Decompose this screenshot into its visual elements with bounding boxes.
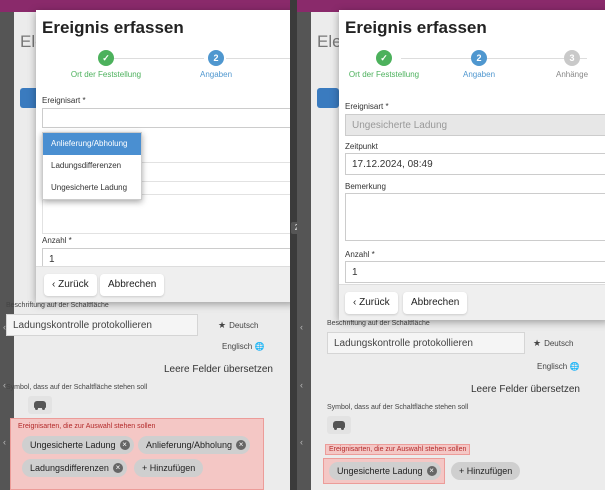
chip-anlieferung-abholung[interactable]: Anlieferung/Abholung ×	[138, 436, 251, 454]
dropdown-option[interactable]: Ladungsdifferenzen	[43, 155, 141, 177]
chip-ladungsdifferenzen[interactable]: Ladungsdifferenzen ×	[22, 459, 127, 477]
right-screenshot-panel: ‹ ‹ ‹ Ele Beschriftung auf der Schaltflä…	[297, 0, 605, 490]
language-button-de[interactable]: ★ Deutsch	[533, 338, 573, 349]
panel-divider	[290, 0, 297, 490]
event-type-label: Ereignisart *	[345, 102, 389, 111]
translate-empty-fields-link[interactable]: Leere Felder übersetzen	[164, 364, 273, 375]
close-icon[interactable]: ×	[119, 440, 130, 450]
step-number: 3	[564, 50, 580, 66]
step-2[interactable]: 2 Angaben	[449, 50, 509, 79]
event-types-caption: Ereignisarten, die zur Auswahl stehen so…	[325, 444, 471, 455]
remark-label: Bemerkung	[345, 182, 386, 191]
button-label-caption: Beschriftung auf der Schaltfläche	[327, 320, 430, 327]
step-label: Angaben	[199, 70, 233, 79]
check-icon: ✓	[376, 50, 392, 66]
symbol-caption: Symbol, dass auf der Schaltfläche stehen…	[327, 404, 469, 411]
star-icon: ★	[218, 320, 227, 330]
chevron-left-icon[interactable]: ‹	[300, 437, 303, 447]
symbol-caption: Symbol, dass auf der Schaltfläche stehen…	[6, 384, 148, 391]
globe-icon: 🌐	[254, 342, 265, 351]
step-number: 2	[471, 50, 487, 66]
dropdown-option[interactable]: Anlieferung/Abholung	[43, 133, 141, 155]
event-types-caption: Ereignisarten, die zur Auswahl stehen so…	[18, 423, 156, 430]
chip-ungesicherte-ladung[interactable]: Ungesicherte Ladung ×	[22, 436, 134, 454]
step-1[interactable]: ✓ Ort der Feststellung	[339, 50, 429, 79]
step-2[interactable]: 2 Angaben	[186, 50, 246, 79]
event-dialog: Ereignis erfassen ✓ Ort der Feststellung…	[339, 10, 605, 320]
add-event-type-button[interactable]: + Hinzufügen	[451, 462, 521, 480]
step-label: Angaben	[462, 70, 496, 79]
event-type-dropdown: Anlieferung/Abholung Ladungsdifferenzen …	[42, 132, 142, 200]
chevron-left-icon[interactable]: ‹	[300, 322, 303, 332]
step-label: Anhänge	[555, 70, 589, 79]
count-input[interactable]: 1	[345, 261, 605, 283]
event-type-select[interactable]	[42, 108, 290, 128]
translate-empty-fields-link[interactable]: Leere Felder übersetzen	[471, 384, 580, 395]
step-label: Ort der Feststellung	[348, 70, 420, 79]
time-input[interactable]: 17.12.2024, 08:49	[345, 153, 605, 175]
symbol-picker-button[interactable]	[327, 416, 351, 434]
count-label: Anzahl *	[42, 236, 72, 245]
language-en-label: Englisch	[222, 342, 253, 351]
globe-icon: 🌐	[569, 362, 580, 371]
remark-textarea[interactable]	[345, 193, 605, 241]
star-icon: ★	[533, 338, 542, 348]
back-button[interactable]: ‹ Zurück	[44, 274, 97, 296]
chip-label: Ungesicherte Ladung	[337, 466, 423, 476]
check-icon: ✓	[98, 50, 114, 66]
step-number: 2	[208, 50, 224, 66]
language-de-label: Deutsch	[544, 339, 574, 348]
button-label-input[interactable]: Ladungskontrolle protokollieren	[6, 314, 198, 336]
car-icon	[333, 421, 345, 430]
count-label: Anzahl *	[345, 250, 375, 259]
step-3[interactable]: 3 Anhänge	[547, 50, 597, 79]
chevron-left-icon[interactable]: ‹	[3, 437, 6, 447]
left-screenshot-panel: ‹ ‹ ‹ Ele Beschriftung auf der Schaltflä…	[0, 0, 290, 490]
button-label-caption: Beschriftung auf der Schaltfläche	[6, 302, 109, 309]
language-button-de[interactable]: ★ Deutsch	[218, 320, 258, 331]
chip-label: Ladungsdifferenzen	[30, 463, 109, 473]
chevron-left-icon[interactable]: ‹	[300, 380, 303, 390]
chip-label: Ungesicherte Ladung	[30, 440, 116, 450]
add-event-type-button[interactable]: + Hinzufügen	[134, 459, 204, 477]
page-title: Ele	[317, 32, 342, 51]
language-de-label: Deutsch	[229, 321, 259, 330]
chip-label: Anlieferung/Abholung	[146, 440, 233, 450]
language-en-label: Englisch	[537, 362, 568, 371]
dropdown-option[interactable]: Ungesicherte Ladung	[43, 177, 141, 199]
dialog-footer: ‹ Zurück Abbrechen	[339, 284, 605, 320]
cancel-button[interactable]: Abbrechen	[100, 274, 165, 296]
button-label-input[interactable]: Ladungskontrolle protokollieren	[327, 332, 525, 354]
language-button-en[interactable]: Englisch 🌐	[222, 342, 264, 351]
hidden-field[interactable]	[42, 194, 290, 234]
dialog-title: Ereignis erfassen	[345, 18, 487, 37]
close-icon[interactable]: ×	[426, 466, 437, 476]
step-1[interactable]: ✓ Ort der Feststellung	[56, 50, 156, 79]
close-icon[interactable]: ×	[112, 463, 123, 473]
back-button[interactable]: ‹ Zurück	[345, 292, 398, 314]
background-button[interactable]	[317, 88, 339, 108]
chip-ungesicherte-ladung[interactable]: Ungesicherte Ladung ×	[329, 462, 441, 480]
cancel-button[interactable]: Abbrechen	[403, 292, 468, 314]
dialog-footer: ‹ Zurück Abbrechen	[36, 266, 290, 302]
time-label: Zeitpunkt	[345, 142, 378, 151]
dialog-title: Ereignis erfassen	[42, 18, 184, 37]
sidebar: ‹ ‹ ‹	[297, 12, 311, 490]
step-label: Ort der Feststellung	[70, 70, 142, 79]
event-type-label: Ereignisart *	[42, 96, 86, 105]
car-icon	[34, 401, 46, 410]
close-icon[interactable]: ×	[236, 440, 247, 450]
symbol-picker-button[interactable]	[28, 396, 52, 414]
language-button-en[interactable]: Englisch 🌐	[537, 362, 579, 371]
event-type-select[interactable]: Ungesicherte Ladung	[345, 114, 605, 136]
